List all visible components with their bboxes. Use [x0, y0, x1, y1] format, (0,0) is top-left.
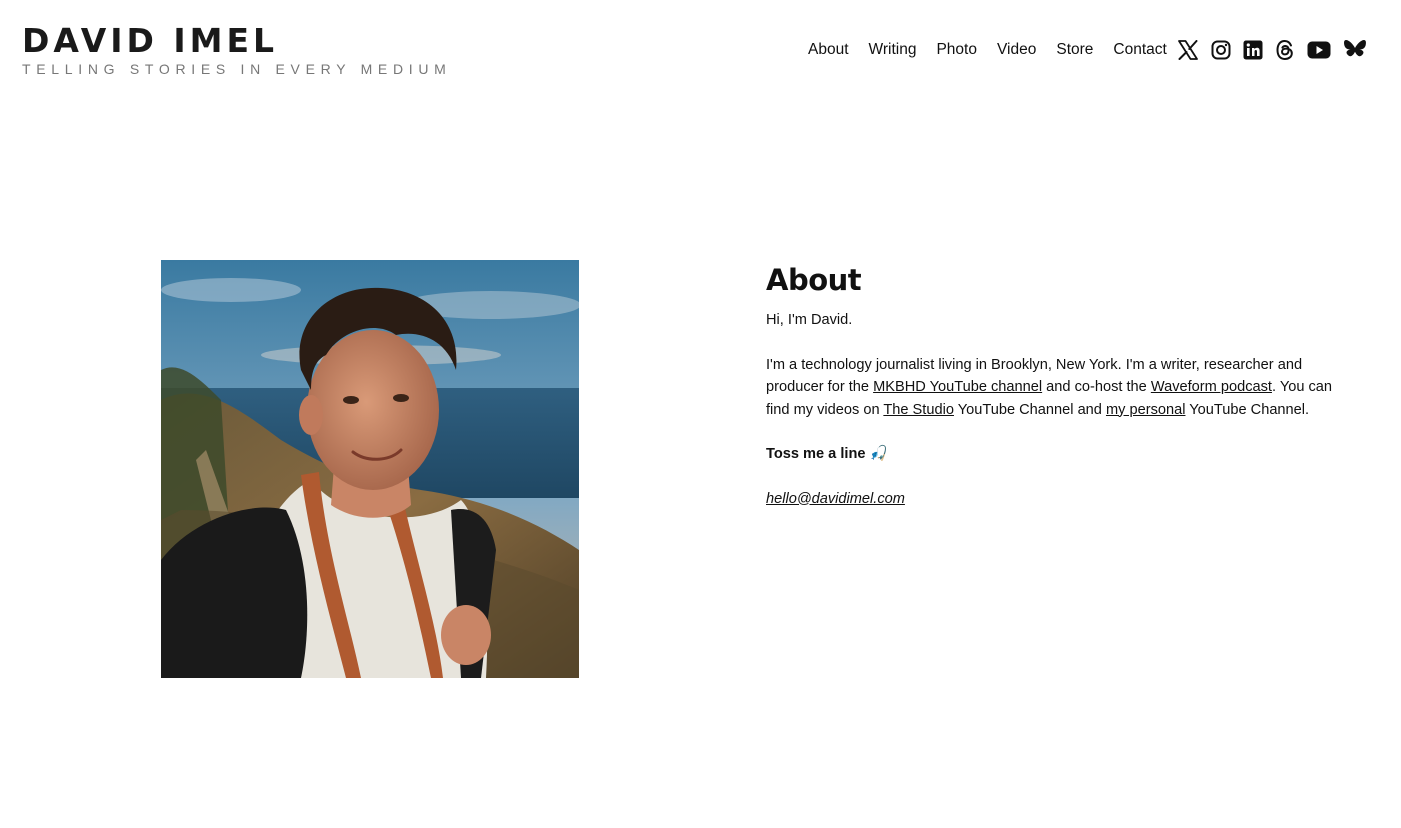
site-tagline: TELLING STORIES IN EVERY MEDIUM: [22, 61, 452, 77]
linkedin-icon[interactable]: [1243, 38, 1263, 62]
link-personal-channel[interactable]: my personal: [1106, 402, 1186, 418]
greeting-text: Hi, I'm David.: [766, 312, 853, 328]
bio-text: and co-host the: [1042, 379, 1151, 395]
nav-writing[interactable]: Writing: [869, 41, 917, 59]
site-title[interactable]: DAVID IMEL: [22, 22, 278, 60]
bluesky-icon[interactable]: [1343, 38, 1367, 62]
nav-store[interactable]: Store: [1056, 41, 1093, 59]
bio-text: YouTube Channel and: [953, 401, 1106, 418]
nav-contact[interactable]: Contact: [1113, 41, 1166, 59]
email-link[interactable]: hello@davidimel.com: [766, 491, 905, 507]
nav-photo[interactable]: Photo: [936, 41, 977, 59]
x-icon[interactable]: [1177, 38, 1199, 62]
about-section: About Hi, I'm David. I'm a technology jo…: [766, 260, 1356, 510]
link-the-studio[interactable]: The Studio: [883, 402, 954, 418]
profile-photo: [161, 260, 579, 678]
main-nav: About Writing Photo Video Store Contact: [808, 40, 1167, 60]
toss-text: Toss me a line: [766, 446, 866, 462]
youtube-icon[interactable]: [1307, 38, 1331, 62]
social-links: [1177, 38, 1367, 62]
link-waveform[interactable]: Waveform podcast: [1151, 379, 1272, 395]
link-mkbhd[interactable]: MKBHD YouTube channel: [873, 379, 1042, 395]
toss-line: Toss me a line 🎣: [766, 443, 1356, 466]
threads-icon[interactable]: [1275, 38, 1295, 62]
fishing-emoji: 🎣: [869, 446, 888, 462]
instagram-icon[interactable]: [1211, 38, 1231, 62]
bio-paragraph: I'm a technology journalist living in Br…: [766, 354, 1356, 422]
nav-about[interactable]: About: [808, 41, 849, 59]
nav-video[interactable]: Video: [997, 41, 1036, 59]
email-paragraph: hello@davidimel.com: [766, 488, 1356, 511]
about-heading: About: [766, 263, 862, 297]
bio-text: YouTube Channel.: [1185, 401, 1310, 418]
